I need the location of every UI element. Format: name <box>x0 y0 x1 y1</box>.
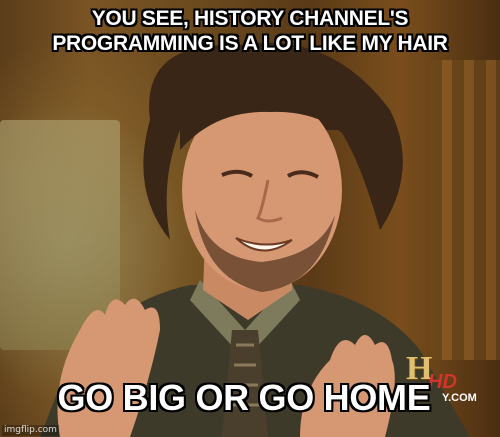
imgflip-watermark: imgflip.com <box>2 425 59 436</box>
top-caption-line-2: PROGRAMMING IS A LOT LIKE MY HAIR <box>52 32 448 55</box>
top-caption-line-1: YOU SEE, HISTORY CHANNEL'S <box>91 7 409 30</box>
meme-image: YOU SEE, HISTORY CHANNEL'S PROGRAMMING I… <box>0 0 500 437</box>
bottom-caption: GO BIG OR GO HOME <box>57 377 431 418</box>
top-caption: YOU SEE, HISTORY CHANNEL'S PROGRAMMING I… <box>0 6 500 56</box>
